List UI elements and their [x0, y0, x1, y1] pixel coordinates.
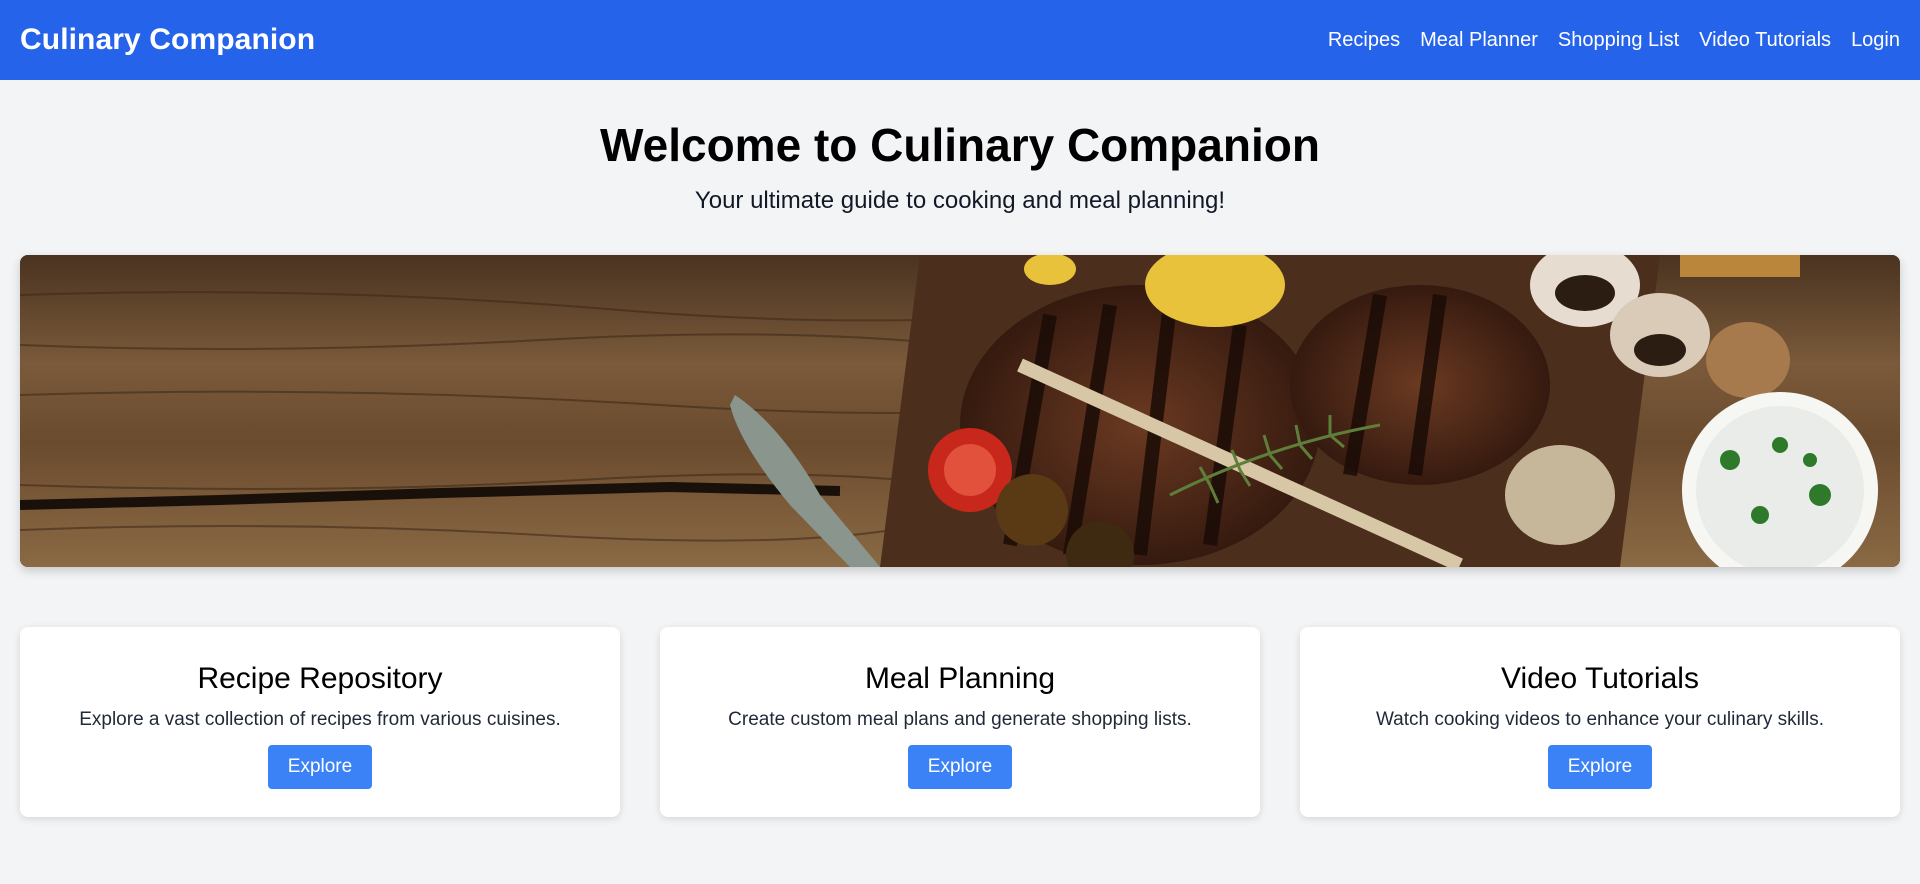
feature-card-meal-planning: Meal Planning Create custom meal plans a… [660, 627, 1260, 818]
features-section: Recipe Repository Explore a vast collect… [20, 627, 1900, 818]
nav-links: Recipes Meal Planner Shopping List Video… [1328, 29, 1900, 52]
brand-logo[interactable]: Culinary Companion [20, 23, 315, 57]
nav-link-login[interactable]: Login [1851, 29, 1900, 52]
card-description: Explore a vast collection of recipes fro… [79, 709, 561, 731]
card-description: Watch cooking videos to enhance your cul… [1375, 709, 1825, 731]
steak-food-illustration [20, 255, 1900, 568]
navbar: Culinary Companion Recipes Meal Planner … [0, 0, 1920, 80]
nav-link-shopping-list[interactable]: Shopping List [1558, 29, 1679, 52]
hero-banner-image [20, 255, 1900, 568]
card-description: Create custom meal plans and generate sh… [728, 709, 1192, 731]
explore-meal-planning-button[interactable]: Explore [907, 745, 1013, 790]
card-title: Video Tutorials [1501, 662, 1699, 696]
card-title: Recipe Repository [197, 662, 443, 696]
feature-card-video-tutorials: Video Tutorials Watch cooking videos to … [1300, 627, 1900, 818]
page-subtitle: Your ultimate guide to cooking and meal … [694, 187, 1226, 215]
explore-video-tutorials-button[interactable]: Explore [1547, 745, 1653, 790]
card-title: Meal Planning [864, 662, 1056, 696]
hero-section: Welcome to Culinary Companion Your ultim… [0, 80, 1920, 215]
nav-link-meal-planner[interactable]: Meal Planner [1420, 29, 1538, 52]
nav-link-video-tutorials[interactable]: Video Tutorials [1699, 29, 1831, 52]
page-title: Welcome to Culinary Companion [600, 119, 1320, 171]
explore-recipes-button[interactable]: Explore [267, 745, 373, 790]
feature-card-recipe-repository: Recipe Repository Explore a vast collect… [20, 627, 620, 818]
nav-link-recipes[interactable]: Recipes [1328, 29, 1400, 52]
